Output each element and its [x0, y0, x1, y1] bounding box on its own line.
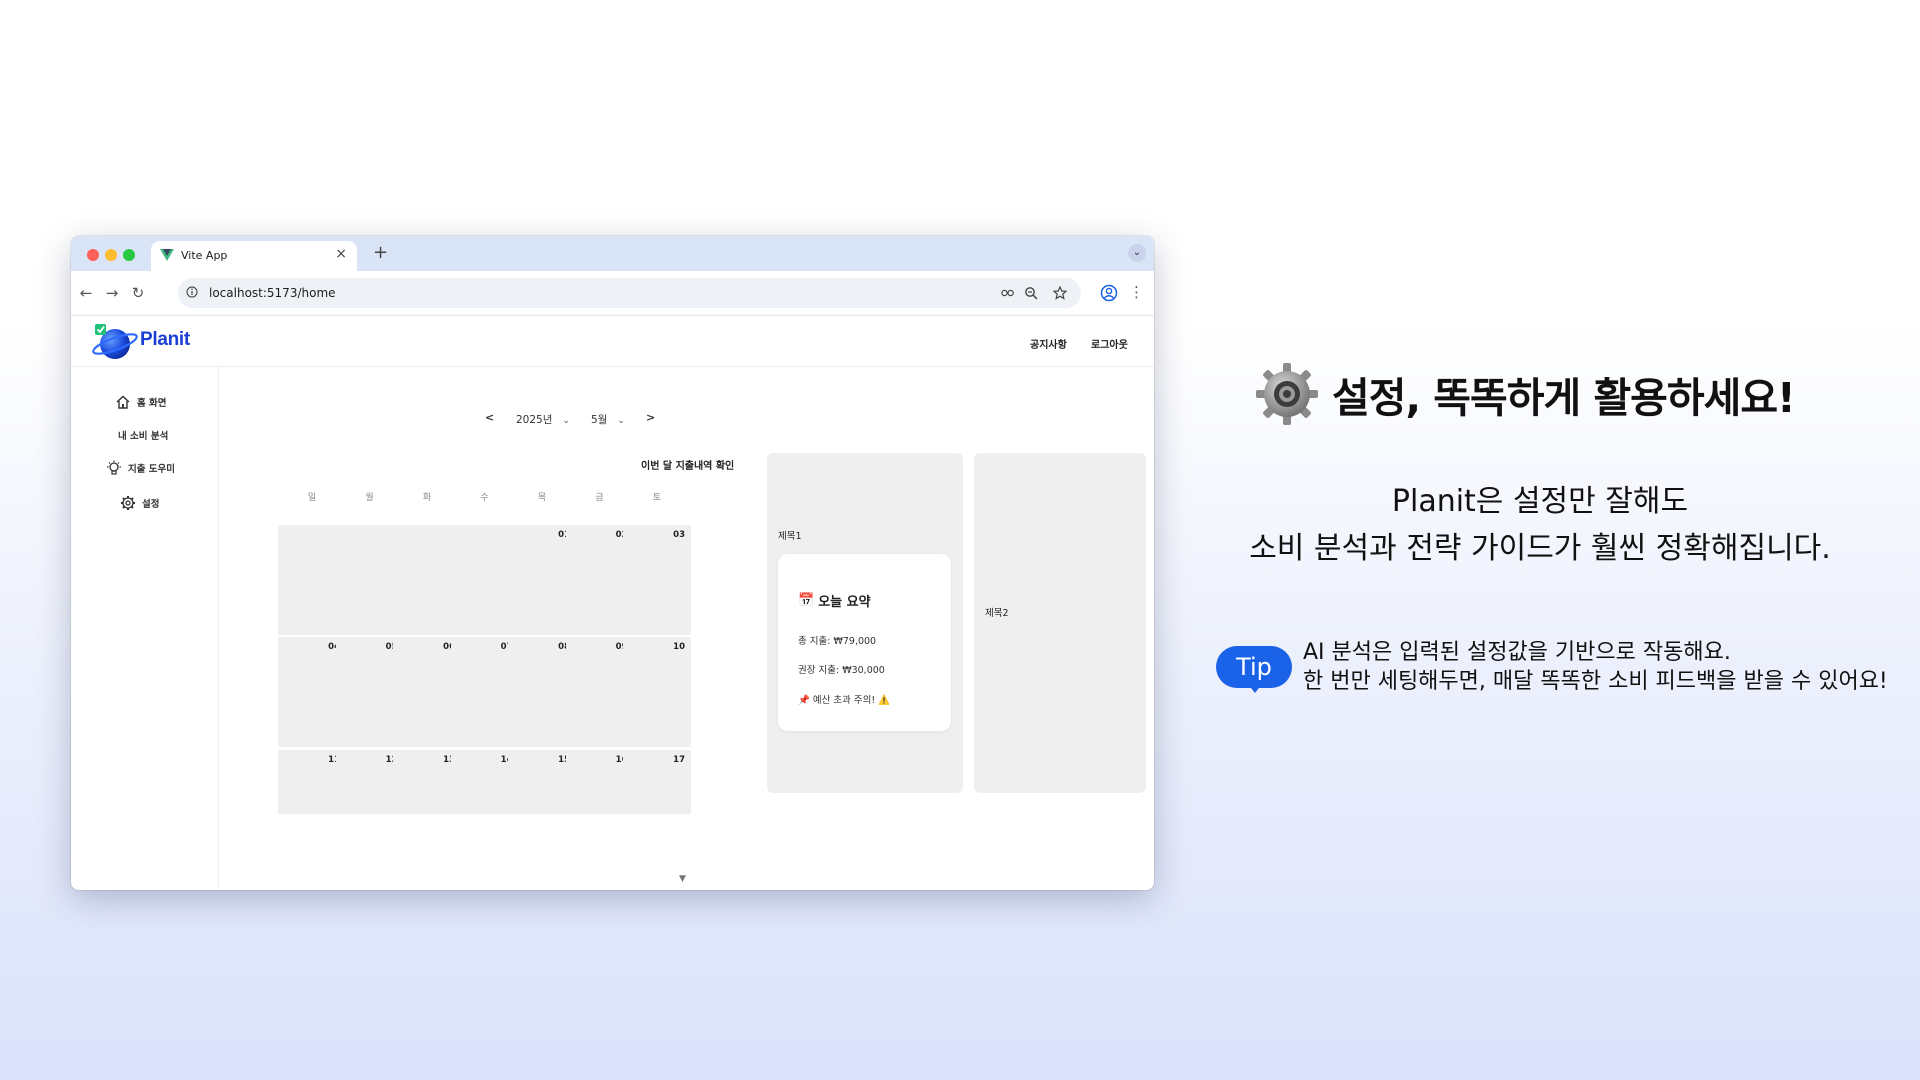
browser-menu-icon[interactable]: ⋮: [1129, 283, 1144, 301]
year-select[interactable]: 2025년 ⌄: [516, 412, 570, 427]
sidebar-item-label: 설정: [142, 499, 160, 510]
weekday-label: 토: [652, 493, 662, 503]
bookmark-star-icon[interactable]: [1053, 286, 1067, 300]
summary-title-text: 오늘 요약: [818, 595, 871, 610]
tab-close-icon[interactable]: ×: [335, 246, 347, 262]
new-tab-button[interactable]: +: [373, 242, 388, 263]
lightbulb-icon: [107, 460, 121, 475]
month-select[interactable]: 5월 ⌄: [591, 412, 625, 427]
tip-text: AI 분석은 입력된 설정값을 기반으로 작동해요. 한 번만 세팅해두면, 매…: [1303, 638, 1888, 696]
forward-button[interactable]: →: [102, 283, 122, 303]
sidebar-item-label: 내 소비 분석: [118, 431, 169, 442]
sidebar-item-home[interactable]: 홈 화면: [115, 394, 167, 410]
summary-warning: 📌 예산 초과 주의! ⚠️: [798, 695, 890, 706]
description-line: Planit은 설정만 잘해도: [1391, 484, 1689, 519]
maximize-window-button[interactable]: [123, 249, 135, 261]
home-icon: [116, 395, 130, 409]
calendar-title: 이번 달 지출내역 확인: [641, 461, 735, 472]
gear-icon: [1256, 363, 1318, 425]
summary-recommended: 권장 지출: ₩30,000: [798, 665, 885, 676]
browser-toolbar: ← → ↻ localhost:5173/home ⋮: [71, 271, 1154, 316]
calendar-day-cell[interactable]: 17: [623, 750, 691, 814]
app-viewport: Planit 공지사항 로그아웃 홈 화면 내 소비 분석 지출 도우미 설정 …: [71, 316, 1154, 890]
chevron-down-icon: ⌄: [617, 416, 625, 426]
address-bar[interactable]: localhost:5173/home: [178, 278, 1081, 308]
headline: 설정, 똑똑하게 활용하세요!: [1254, 361, 1796, 427]
close-window-button[interactable]: [87, 249, 99, 261]
site-info-icon[interactable]: [186, 286, 198, 298]
tip-line: AI 분석은 입력된 설정값을 기반으로 작동해요.: [1303, 640, 1731, 665]
next-month-button[interactable]: >: [646, 411, 655, 424]
sidebar-item-label: 지출 도우미: [128, 464, 176, 475]
panel-1: 제목1 📅 오늘 요약 총 지출: ₩79,000 권장 지출: ₩30,000…: [767, 453, 963, 793]
notice-link[interactable]: 공지사항: [1030, 336, 1067, 351]
tab-search-button[interactable]: ⌄: [1128, 244, 1146, 262]
tip-badge-tail: [1248, 684, 1262, 693]
planit-logo-icon[interactable]: [91, 322, 141, 362]
prev-month-button[interactable]: <: [485, 411, 494, 424]
url-text: localhost:5173/home: [209, 286, 336, 300]
description-line: 소비 분석과 전략 가이드가 훨씬 정확해집니다.: [1249, 531, 1831, 566]
description: Planit은 설정만 잘해도 소비 분석과 전략 가이드가 훨씬 정확해집니다…: [1160, 478, 1920, 572]
calendar-icon: 📅: [798, 593, 815, 608]
sidebar-item-label: 홈 화면: [137, 398, 167, 409]
day-number: 10: [673, 642, 685, 652]
minimize-window-button[interactable]: [105, 249, 117, 261]
sidebar: 홈 화면 내 소비 분석 지출 도우미 설정: [71, 367, 219, 890]
month-value: 5월: [591, 414, 608, 426]
password-key-icon[interactable]: [1001, 286, 1015, 300]
browser-tab[interactable]: Vite App ×: [151, 241, 357, 271]
logo-text[interactable]: Planit: [140, 329, 190, 351]
year-value: 2025년: [516, 414, 553, 426]
tab-title: Vite App: [181, 249, 228, 262]
headline-text: 설정, 똑똑하게 활용하세요!: [1332, 374, 1796, 422]
sidebar-item-helper[interactable]: 지출 도우미: [106, 460, 175, 476]
chevron-down-icon: ⌄: [562, 416, 570, 426]
panel-1-title: 제목1: [778, 531, 802, 542]
app-header: Planit 공지사항 로그아웃: [71, 316, 1154, 367]
panel-2-title: 제목2: [985, 608, 1009, 619]
logout-link[interactable]: 로그아웃: [1091, 336, 1128, 351]
tab-bar: Vite App × + ⌄: [71, 236, 1154, 271]
vite-favicon-icon: [160, 249, 174, 261]
calendar-day-cell[interactable]: 03: [623, 525, 691, 635]
scroll-down-icon[interactable]: ▼: [679, 874, 686, 884]
sidebar-item-analysis[interactable]: 내 소비 분석: [118, 428, 168, 442]
back-button[interactable]: ←: [76, 283, 96, 303]
tip-badge: Tip: [1216, 646, 1292, 688]
day-number: 17: [673, 755, 685, 765]
sidebar-item-settings[interactable]: 설정: [120, 495, 159, 511]
browser-window: Vite App × + ⌄ ← → ↻ localhost:5173/home: [71, 236, 1154, 890]
summary-title: 📅 오늘 요약: [798, 591, 871, 610]
panel-2: 제목2: [974, 453, 1146, 793]
day-number: 03: [673, 530, 685, 540]
zoom-icon[interactable]: [1024, 286, 1038, 300]
profile-icon[interactable]: [1100, 284, 1118, 302]
calendar-day-cell[interactable]: 10: [623, 637, 691, 747]
summary-total: 총 지출: ₩79,000: [798, 636, 877, 647]
main-content: < 2025년 ⌄ 5월 ⌄ > 이번 달 지출내역 확인 일 월 화 수 목 금 토 01 02 0…: [219, 367, 1154, 890]
tip-line: 한 번만 세팅해두면, 매달 똑똑한 소비 피드백을 받을 수 있어요!: [1303, 669, 1888, 694]
reload-button[interactable]: ↻: [128, 283, 148, 303]
gear-icon: [121, 496, 135, 510]
today-summary-card: 📅 오늘 요약 총 지출: ₩79,000 권장 지출: ₩30,000 📌 예…: [778, 554, 951, 731]
